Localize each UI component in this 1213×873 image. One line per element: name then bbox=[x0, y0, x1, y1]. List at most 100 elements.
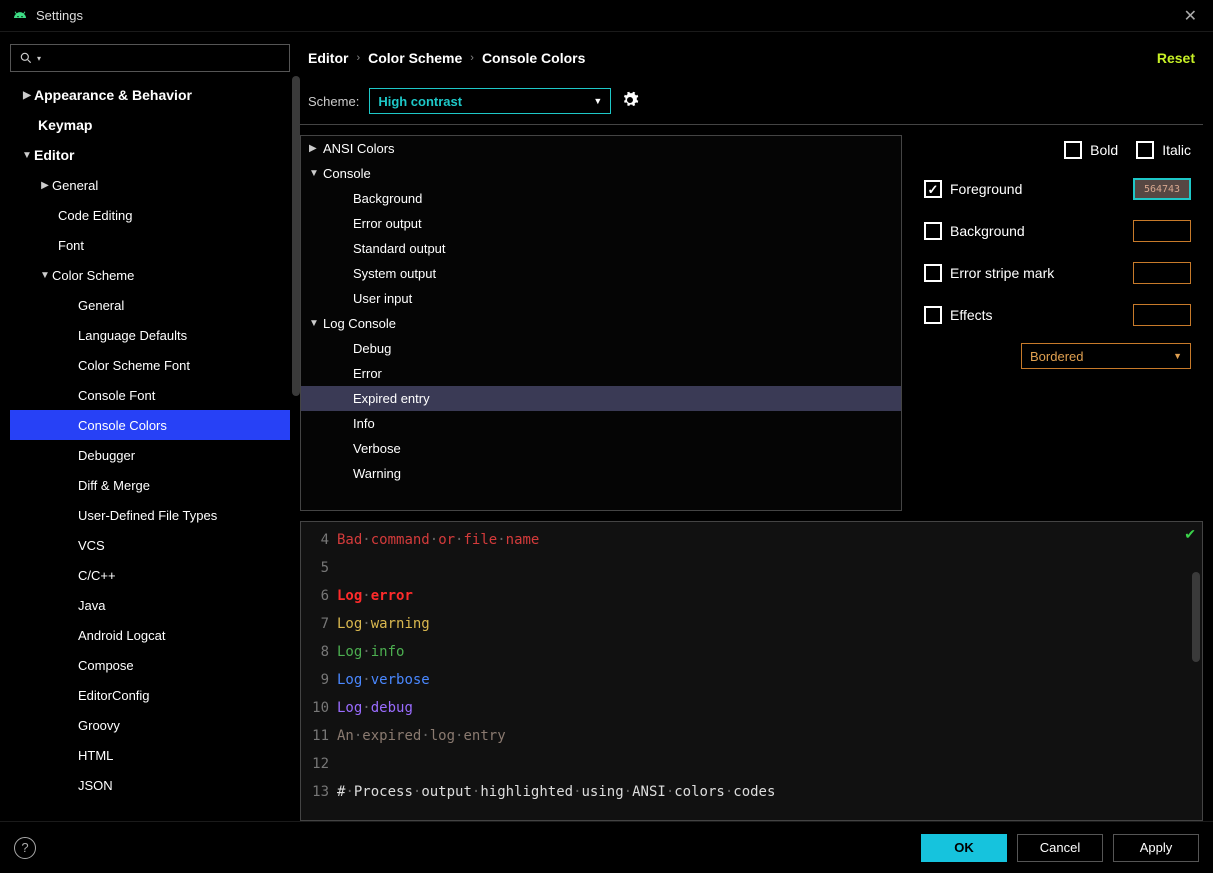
line-number: 7 bbox=[301, 616, 337, 632]
sidebar-item[interactable]: Android Logcat bbox=[10, 620, 290, 650]
sidebar-item[interactable]: ▶Appearance & Behavior bbox=[10, 80, 290, 110]
sidebar-item-label: Color Scheme Font bbox=[78, 358, 190, 373]
scheme-value: High contrast bbox=[378, 94, 462, 109]
bold-checkbox[interactable] bbox=[1064, 141, 1082, 159]
crumb-console-colors: Console Colors bbox=[482, 50, 585, 66]
ok-button[interactable]: OK bbox=[921, 834, 1007, 862]
sidebar-item[interactable]: JSON bbox=[10, 770, 290, 800]
close-icon[interactable]: ✕ bbox=[1180, 2, 1201, 30]
error-stripe-checkbox[interactable] bbox=[924, 264, 942, 282]
effects-type-select[interactable]: Bordered ▼ bbox=[1021, 343, 1191, 369]
line-code: Log·info bbox=[337, 644, 404, 660]
attribute-item[interactable]: ▼Log Console bbox=[301, 311, 901, 336]
foreground-swatch[interactable]: 564743 bbox=[1133, 178, 1191, 200]
apply-button[interactable]: Apply bbox=[1113, 834, 1199, 862]
bold-label: Bold bbox=[1090, 142, 1118, 158]
attribute-item[interactable]: Standard output bbox=[301, 236, 901, 261]
effects-checkbox[interactable] bbox=[924, 306, 942, 324]
sidebar-item-label: Android Logcat bbox=[78, 628, 165, 643]
sidebar-item[interactable]: VCS bbox=[10, 530, 290, 560]
preview-scrollbar[interactable] bbox=[1192, 572, 1200, 662]
attribute-item-label: Verbose bbox=[353, 441, 401, 456]
sidebar-item[interactable]: Color Scheme Font bbox=[10, 350, 290, 380]
sidebar-item[interactable]: Console Font bbox=[10, 380, 290, 410]
attribute-item-label: ANSI Colors bbox=[323, 141, 395, 156]
sidebar-item-label: Code Editing bbox=[58, 208, 132, 223]
italic-checkbox[interactable] bbox=[1136, 141, 1154, 159]
effects-swatch[interactable] bbox=[1133, 304, 1191, 326]
attribute-item-label: Error bbox=[353, 366, 382, 381]
sidebar-item[interactable]: Debugger bbox=[10, 440, 290, 470]
sidebar-item[interactable]: User-Defined File Types bbox=[10, 500, 290, 530]
attribute-item[interactable]: Error bbox=[301, 361, 901, 386]
reset-link[interactable]: Reset bbox=[1157, 50, 1195, 66]
sidebar-item[interactable]: ▼Editor bbox=[10, 140, 290, 170]
chevron-down-icon: ▼ bbox=[20, 150, 34, 161]
attribute-item[interactable]: Info bbox=[301, 411, 901, 436]
cancel-button[interactable]: Cancel bbox=[1017, 834, 1103, 862]
sidebar-scrollbar[interactable] bbox=[292, 76, 300, 396]
line-number: 11 bbox=[301, 728, 337, 744]
sidebar-item[interactable]: EditorConfig bbox=[10, 680, 290, 710]
app-logo-icon bbox=[12, 8, 28, 24]
sidebar-item-label: C/C++ bbox=[78, 568, 116, 583]
chevron-right-icon: ▶ bbox=[38, 180, 52, 191]
attribute-item[interactable]: System output bbox=[301, 261, 901, 286]
line-number: 13 bbox=[301, 784, 337, 800]
preview-line: 5 bbox=[301, 554, 1202, 582]
scheme-label: Scheme: bbox=[308, 94, 359, 109]
sidebar-item[interactable]: ▶General bbox=[10, 170, 290, 200]
attribute-item[interactable]: Expired entry bbox=[301, 386, 901, 411]
sidebar-item[interactable]: HTML bbox=[10, 740, 290, 770]
sidebar-item[interactable]: General bbox=[10, 290, 290, 320]
preview-line: 13#·Process·output·highlighted·using·ANS… bbox=[301, 778, 1202, 806]
chevron-down-icon: ▼ bbox=[593, 96, 602, 106]
attribute-item[interactable]: Warning bbox=[301, 461, 901, 486]
attribute-item[interactable]: Error output bbox=[301, 211, 901, 236]
sidebar-item[interactable]: Code Editing bbox=[10, 200, 290, 230]
background-checkbox[interactable] bbox=[924, 222, 942, 240]
sidebar-item[interactable]: Diff & Merge bbox=[10, 470, 290, 500]
attribute-item[interactable]: ▶ANSI Colors bbox=[301, 136, 901, 161]
sidebar-item[interactable]: Compose bbox=[10, 650, 290, 680]
sidebar-item-label: Keymap bbox=[38, 117, 92, 133]
crumb-color-scheme[interactable]: Color Scheme bbox=[368, 50, 462, 66]
preview-line: 8Log·info bbox=[301, 638, 1202, 666]
crumb-editor[interactable]: Editor bbox=[308, 50, 348, 66]
search-dropdown-icon[interactable]: ▾ bbox=[37, 54, 41, 63]
sidebar-item[interactable]: Language Defaults bbox=[10, 320, 290, 350]
attribute-item[interactable]: Background bbox=[301, 186, 901, 211]
check-icon: ✔ bbox=[1184, 526, 1196, 543]
sidebar-item[interactable]: Groovy bbox=[10, 710, 290, 740]
sidebar-item[interactable]: Keymap bbox=[10, 110, 290, 140]
sidebar-item-label: EditorConfig bbox=[78, 688, 150, 703]
window-title: Settings bbox=[36, 8, 83, 23]
preview-line: 7Log·warning bbox=[301, 610, 1202, 638]
search-input[interactable]: ▾ bbox=[10, 44, 290, 72]
sidebar-item[interactable]: C/C++ bbox=[10, 560, 290, 590]
attribute-item[interactable]: User input bbox=[301, 286, 901, 311]
sidebar-item[interactable]: Font bbox=[10, 230, 290, 260]
scheme-select[interactable]: High contrast ▼ bbox=[369, 88, 611, 114]
line-number: 8 bbox=[301, 644, 337, 660]
chevron-down-icon: ▼ bbox=[309, 168, 323, 179]
attribute-item-label: Background bbox=[353, 191, 422, 206]
sidebar-item[interactable]: ▼Color Scheme bbox=[10, 260, 290, 290]
attribute-item-label: Expired entry bbox=[353, 391, 430, 406]
line-number: 10 bbox=[301, 700, 337, 716]
sidebar-item-label: Language Defaults bbox=[78, 328, 187, 343]
background-swatch[interactable] bbox=[1133, 220, 1191, 242]
sidebar-item-label: Debugger bbox=[78, 448, 135, 463]
sidebar-item[interactable]: Console Colors bbox=[10, 410, 290, 440]
chevron-right-icon: ▶ bbox=[309, 143, 323, 154]
gear-icon[interactable] bbox=[621, 91, 639, 112]
foreground-checkbox[interactable] bbox=[924, 180, 942, 198]
effects-label: Effects bbox=[950, 307, 993, 323]
help-icon[interactable]: ? bbox=[14, 837, 36, 859]
error-stripe-swatch[interactable] bbox=[1133, 262, 1191, 284]
sidebar-item[interactable]: Java bbox=[10, 590, 290, 620]
attribute-item[interactable]: Verbose bbox=[301, 436, 901, 461]
attribute-item[interactable]: ▼Console bbox=[301, 161, 901, 186]
preview-line: 9Log·verbose bbox=[301, 666, 1202, 694]
attribute-item[interactable]: Debug bbox=[301, 336, 901, 361]
